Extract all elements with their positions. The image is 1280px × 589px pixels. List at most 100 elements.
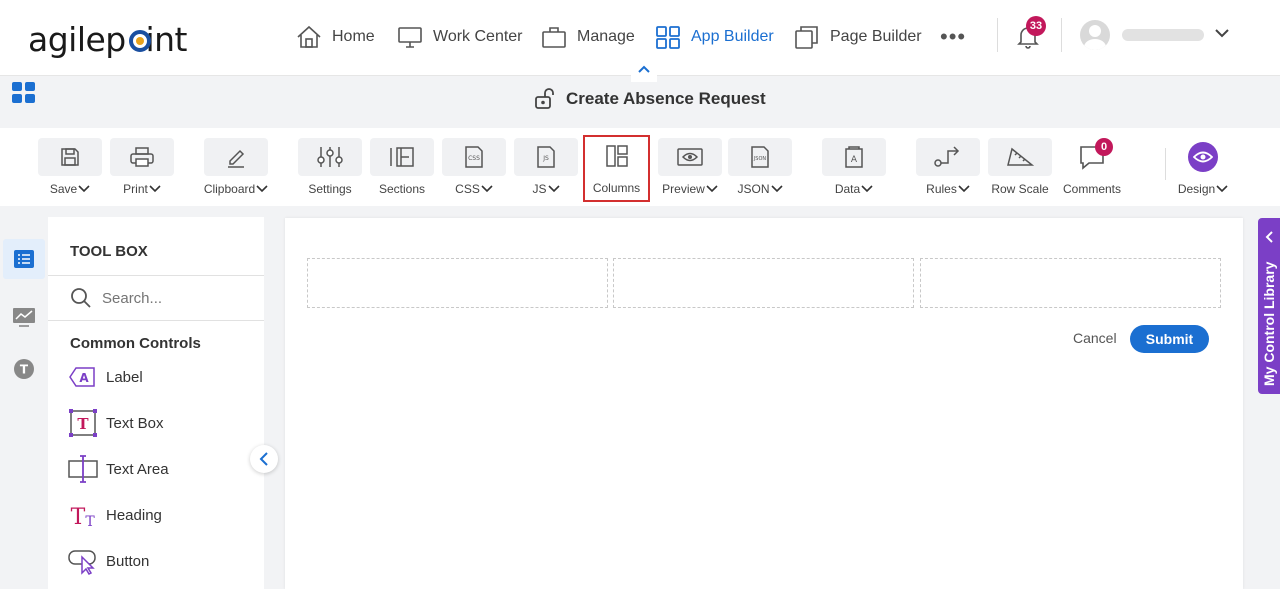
toolbar-rules-button[interactable]: Rules xyxy=(915,138,981,198)
nav-home[interactable]: Home xyxy=(296,22,375,52)
svg-text:JS: JS xyxy=(542,155,549,162)
chevron-down-icon xyxy=(547,185,560,193)
username-redacted[interactable] xyxy=(1122,29,1204,41)
toolbar-clipboard-label: Clipboard xyxy=(203,182,256,196)
form-toolbar: Save Print Clipboard Settings Sections C… xyxy=(0,128,1280,206)
notification-count-badge: 33 xyxy=(1026,16,1046,36)
textbox-icon: T xyxy=(69,409,97,437)
toolbar-js-button[interactable]: JS JS xyxy=(513,138,579,198)
toolbar-sections-button[interactable]: Sections xyxy=(369,138,435,198)
toolbar-row-scale-button[interactable]: Row Scale xyxy=(987,138,1053,198)
nav-divider xyxy=(1061,18,1062,52)
toolbox-control-textbox[interactable]: T Text Box xyxy=(68,408,164,438)
toolbox-control-label[interactable]: A Label xyxy=(68,362,143,392)
apps-grid-button[interactable] xyxy=(12,82,36,109)
nav-page-builder[interactable]: Page Builder xyxy=(794,22,922,52)
chart-monitor-icon xyxy=(13,308,35,327)
toolbox-control-heading[interactable]: TT Heading xyxy=(68,500,162,530)
briefcase-icon xyxy=(542,27,566,48)
nav-home-label: Home xyxy=(332,28,375,45)
toolbar-settings-button[interactable]: Settings xyxy=(297,138,363,198)
toolbar-sections-label: Sections xyxy=(378,182,426,196)
json-file-icon: JSON xyxy=(751,146,769,168)
chevron-down-icon xyxy=(706,185,718,193)
rail-text-button[interactable]: T xyxy=(3,349,45,389)
heading-icon: TT xyxy=(71,505,96,528)
nav-work-center-label: Work Center xyxy=(433,28,523,45)
grid-icon xyxy=(656,26,680,49)
svg-text:T: T xyxy=(20,363,29,377)
agilepoint-logo[interactable]: agilepoint xyxy=(28,20,188,59)
nav-divider xyxy=(997,18,998,52)
toolbar-preview-label: Preview xyxy=(662,182,705,196)
column-cell-2[interactable] xyxy=(613,258,914,308)
chevron-left-icon xyxy=(259,452,268,466)
nav-app-builder[interactable]: App Builder xyxy=(655,22,774,52)
toolbar-save-button[interactable]: Save xyxy=(37,138,103,198)
toolbar-css-label: CSS xyxy=(455,182,480,196)
control-button-text: Button xyxy=(106,552,150,570)
label-icon: A xyxy=(69,367,95,387)
ruler-icon xyxy=(1007,147,1034,166)
toolbar-columns-label: Columns xyxy=(592,181,641,195)
toolbar-design-label: Design xyxy=(1177,182,1216,196)
rail-form-controls-button[interactable] xyxy=(3,239,45,279)
control-textarea-text: Text Area xyxy=(106,460,169,478)
nav-app-builder-label: App Builder xyxy=(691,28,774,45)
rail-analytics-button[interactable] xyxy=(3,297,45,337)
rules-icon xyxy=(934,146,960,167)
control-textbox-text: Text Box xyxy=(106,414,164,432)
toolbar-css-button[interactable]: CSS CSS xyxy=(441,138,507,198)
chevron-down-icon xyxy=(149,185,161,193)
avatar[interactable] xyxy=(1080,20,1110,50)
svg-text:T: T xyxy=(77,415,89,433)
column-cell-3[interactable] xyxy=(920,258,1221,308)
svg-text:T: T xyxy=(85,514,95,528)
toolbox-title: TOOL BOX xyxy=(70,243,148,260)
copy-icon xyxy=(795,26,818,49)
common-controls-heading: Common Controls xyxy=(70,335,201,352)
form-canvas[interactable]: Cancel Submit xyxy=(285,218,1243,589)
notifications-button[interactable]: 33 xyxy=(1016,16,1046,55)
chevron-up-icon xyxy=(638,65,650,73)
toolbox-search-input[interactable] xyxy=(102,289,262,307)
chevron-down-icon[interactable] xyxy=(1214,27,1230,39)
toolbar-data-label: Data xyxy=(834,182,861,196)
toolbar-print-button[interactable]: Print xyxy=(109,138,175,198)
nav-manage-label: Manage xyxy=(577,28,635,45)
toolbar-columns-button[interactable]: Columns xyxy=(583,135,650,202)
toolbar-json-button[interactable]: JSON JSON xyxy=(727,138,793,198)
toolbar-data-button[interactable]: A Data xyxy=(821,138,887,198)
submit-button[interactable]: Submit xyxy=(1130,325,1209,353)
toolbar-design-button[interactable]: Design xyxy=(1170,138,1236,198)
toolbox-control-button[interactable]: Button xyxy=(68,546,149,576)
home-icon xyxy=(297,25,321,48)
toolbar-save-label: Save xyxy=(49,182,78,196)
nav-page-builder-label: Page Builder xyxy=(830,28,922,45)
collapse-toolbox-button[interactable] xyxy=(250,445,278,473)
cancel-button[interactable]: Cancel xyxy=(1073,330,1117,346)
my-control-library-label: My Control Library xyxy=(1261,261,1277,386)
toolbar-row-scale-label: Row Scale xyxy=(991,182,1049,196)
control-heading-text: Heading xyxy=(106,506,162,524)
more-menu-button[interactable]: ••• xyxy=(940,24,966,50)
toolbar-clipboard-button[interactable]: Clipboard xyxy=(203,138,269,198)
svg-text:A: A xyxy=(851,155,858,165)
unlock-icon[interactable] xyxy=(534,88,558,110)
pencil-icon xyxy=(228,149,245,168)
sections-icon xyxy=(390,147,414,167)
toolbar-comments-button[interactable]: 0 Comments xyxy=(1059,138,1125,198)
column-cell-1[interactable] xyxy=(307,258,608,308)
toolbar-preview-button[interactable]: Preview xyxy=(657,138,723,198)
nav-work-center[interactable]: Work Center xyxy=(397,22,523,52)
toolbar-print-label: Print xyxy=(123,182,148,196)
toolbar-settings-label: Settings xyxy=(308,182,352,196)
comment-count-badge: 0 xyxy=(1095,138,1113,156)
collapse-header-button[interactable] xyxy=(631,62,657,82)
chevron-left-icon xyxy=(1265,231,1273,243)
eye-icon xyxy=(677,148,703,166)
nav-manage[interactable]: Manage xyxy=(541,22,635,52)
page-title-area: Create Absence Request xyxy=(534,88,766,110)
toolbox-control-textarea[interactable]: Text Area xyxy=(68,454,169,484)
my-control-library-tab[interactable]: My Control Library xyxy=(1258,218,1280,394)
